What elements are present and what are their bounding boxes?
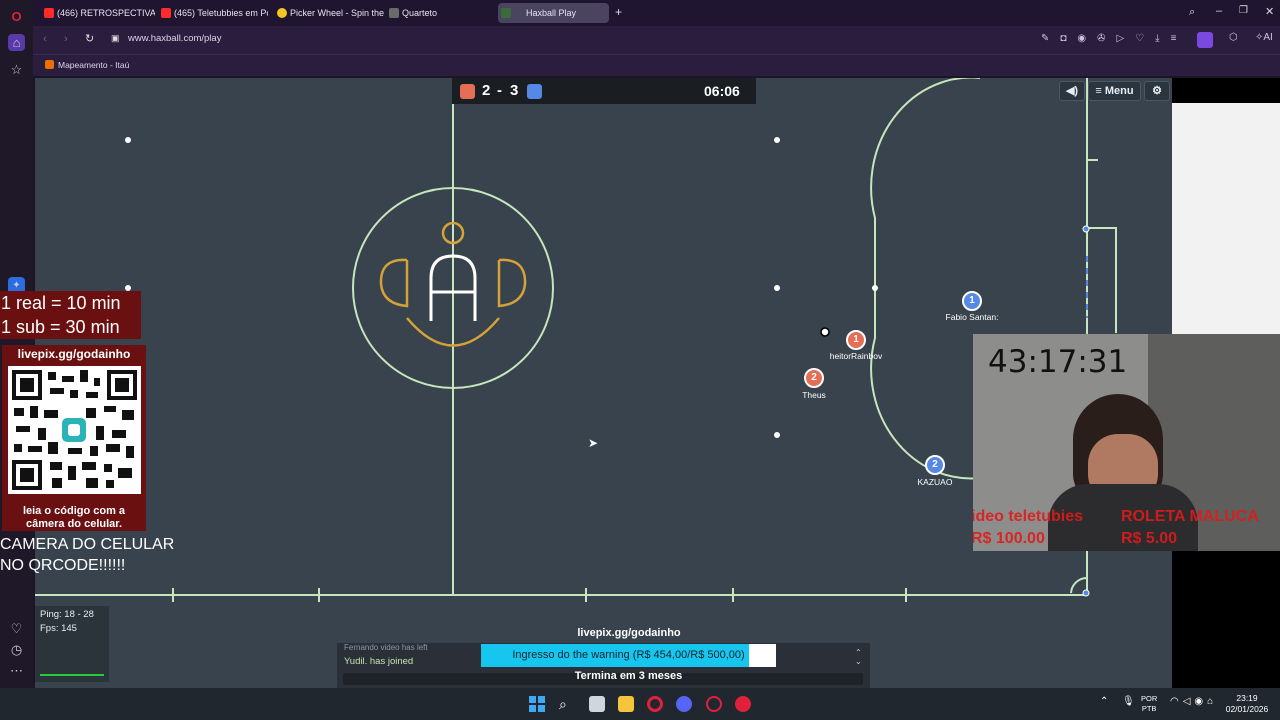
tab-quarteto[interactable]: Quarteto (386, 3, 486, 23)
tab-picker-wheel[interactable]: Picker Wheel - Spin the W (274, 3, 385, 23)
url-field[interactable]: www.haxball.com/play (128, 33, 221, 44)
rate-line-2: 1 sub = 30 min (1, 317, 120, 337)
profile-icon[interactable] (1197, 32, 1213, 48)
sound-button[interactable]: ◀) (1059, 81, 1085, 101)
new-tab-button[interactable]: + (615, 5, 622, 19)
player-name: Theus (802, 390, 826, 400)
ball (820, 327, 830, 337)
red-score: 2 (482, 82, 491, 99)
chat-line: Fernando video has left (344, 643, 428, 651)
address-bar: ‹ › ↻ ▣ www.haxball.com/play ✎◘◉✇▷♡⤓≡ ⬡ … (33, 26, 1280, 54)
player-disc: 2 (804, 368, 824, 388)
qr-caption: leia o código com a câmera do celular. (22, 505, 126, 530)
lock-icon: ▣ (111, 33, 120, 43)
youtube-icon (161, 8, 171, 18)
donation-goal-bar: Ingresso do the warning (R$ 454,00/R$ 50… (481, 644, 776, 667)
quarteto-icon (389, 8, 399, 18)
fps-graph (40, 674, 104, 678)
file-explorer-icon[interactable] (618, 696, 634, 712)
menu-icon: ≡ (1095, 85, 1102, 97)
start-icon[interactable] (529, 696, 545, 712)
microphone-icon[interactable]: 🎙 (1122, 696, 1135, 707)
player-disc: 1 (846, 330, 866, 350)
tab-teletubbies[interactable]: (465) Teletubbies em Port (158, 3, 268, 23)
back-icon[interactable]: ‹ (43, 33, 47, 45)
livepix-label: livepix.gg/godainho (577, 627, 681, 639)
brick-wall-image (1172, 103, 1280, 335)
history-icon[interactable]: ◷ (8, 641, 25, 658)
bookmark-mapeamento[interactable]: Mapeamento - Itaú (58, 60, 129, 70)
qr-code-box: livepix.gg/godainho leia o código com a … (2, 345, 146, 531)
system-tray-icons[interactable]: ◠◁◉⌂ (1170, 696, 1217, 707)
taskbar-clock[interactable]: 23:19 02/01/2026 (1222, 693, 1272, 715)
opera-taskbar-icon[interactable] (647, 696, 663, 712)
cursor-icon: ➤ (588, 436, 599, 450)
home-icon[interactable]: ⌂ (8, 34, 25, 51)
opera-logo-icon[interactable]: O (8, 8, 25, 25)
extensions-icon[interactable]: ⬡ (1229, 32, 1238, 43)
settings-button[interactable]: ⚙ (1144, 81, 1170, 101)
search-tabs-icon[interactable]: ⌕ (1189, 6, 1195, 19)
player-name: heitorRainbov (829, 351, 883, 361)
tray-overflow-icon[interactable]: ⌃ (1100, 696, 1108, 707)
recording-app-icon[interactable] (735, 696, 751, 712)
aria-ai-button[interactable]: ✧AI (1255, 32, 1273, 43)
player-name: KAZUAO (917, 477, 953, 487)
score-bar: 2 - 3 06:06 (452, 78, 756, 104)
stream-timer: 43:17:31 (988, 344, 1128, 380)
tab-retrospectiva[interactable]: (466) RETROSPECTIVA 2025 (41, 3, 155, 23)
match-time: 06:06 (704, 83, 740, 99)
forward-icon[interactable]: › (64, 33, 68, 45)
player-disc: 1 (962, 291, 982, 311)
qr-title: livepix.gg/godainho (17, 347, 131, 361)
browser-sidebar: O ⌂ ☆ ✦ ♡ ◷ ⋯ (0, 0, 33, 688)
itau-icon (45, 60, 54, 69)
ping-readout: Ping: 18 - 28 (40, 609, 94, 620)
language-indicator[interactable]: POR PTB (1141, 694, 1157, 714)
camera-note: CAMERA DO CELULAR NO QRCODE!!!!!! (0, 536, 175, 574)
chat-line: Yudil. has joined (344, 656, 414, 667)
star-icon[interactable]: ☆ (8, 61, 25, 78)
close-icon[interactable]: ✕ (1265, 5, 1274, 18)
search-icon[interactable]: ⌕ (559, 696, 575, 712)
youtube-icon (44, 8, 54, 18)
rate-line-1: 1 real = 10 min (1, 293, 121, 313)
player-disc: 2 (925, 455, 945, 475)
qr-code-image (8, 366, 141, 494)
blue-score: 3 (510, 82, 519, 99)
minimize-icon[interactable]: – (1216, 5, 1222, 17)
player-name: Fabio Santan: (945, 312, 999, 322)
donation-rate-box: 1 real = 10 min 1 sub = 30 min (0, 291, 141, 339)
haxball-icon (501, 8, 511, 18)
task-view-icon[interactable] (589, 696, 605, 712)
blue-team-icon (527, 84, 542, 99)
score-separator: - (497, 82, 502, 99)
webcam-overlay: 43:17:31 ideo teletubies R$ 100.00 ROLET… (973, 334, 1280, 551)
donation-goal-deadline: Termina em 3 meses (574, 670, 683, 682)
windows-taskbar: ⌕ ⌃ 🎙 POR PTB ◠◁◉⌂ 23:19 02/01/2026 (0, 688, 1280, 720)
reload-icon[interactable]: ↻ (85, 32, 94, 45)
menu-button[interactable]: ≡ Menu (1088, 81, 1141, 101)
opera-gx-icon[interactable] (706, 696, 722, 712)
chat-scroll-icon[interactable]: ⌃ ⌄ (855, 648, 862, 666)
network-stats: Ping: 18 - 28 Fps: 145 (35, 606, 109, 682)
donation-goal-text: Ingresso do the warning (R$ 454,00/R$ 50… (512, 649, 745, 661)
heart-icon[interactable]: ♡ (8, 620, 25, 637)
discord-icon[interactable] (676, 696, 692, 712)
maximize-icon[interactable]: ❐ (1239, 5, 1248, 16)
picker-wheel-icon (277, 8, 287, 18)
tab-bar: (466) RETROSPECTIVA 2025 (465) Teletubbi… (33, 0, 1280, 26)
tab-haxball[interactable]: Haxball Play (498, 3, 609, 23)
bookmarks-bar: Mapeamento - Itaú (33, 54, 1280, 76)
more-icon[interactable]: ⋯ (8, 662, 25, 679)
donation-1: ideo teletubies R$ 100.00 (973, 508, 1084, 547)
fps-readout: Fps: 145 (40, 623, 77, 634)
donation-2: ROLETA MALUCA R$ 5.00 (1121, 508, 1259, 547)
address-bar-actions[interactable]: ✎◘◉✇▷♡⤓≡ (1041, 33, 1187, 44)
red-team-icon (460, 84, 475, 99)
